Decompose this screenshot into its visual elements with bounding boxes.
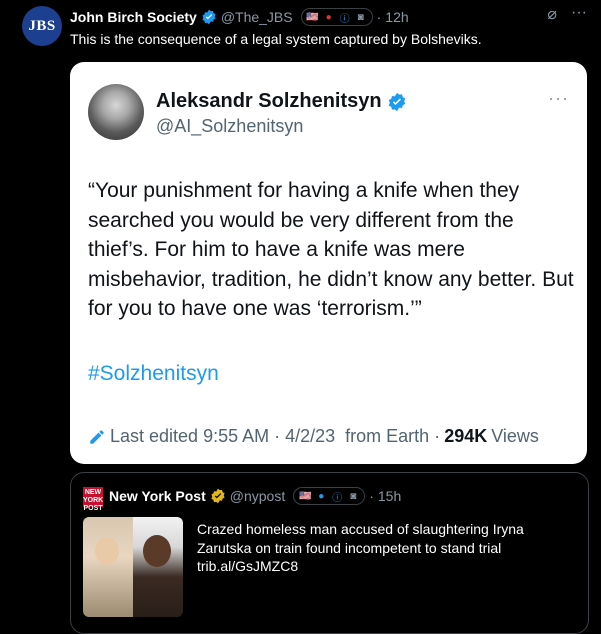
views-count: 294K xyxy=(444,426,488,446)
post-text: This is the consequence of a legal syste… xyxy=(70,31,482,47)
last-edited-text: Last edited 9:55 AM · 4/2/23 xyxy=(110,426,336,446)
quoted-body: Crazed homeless man accused of slaughter… xyxy=(197,521,524,556)
extension-badges: 🇺🇸 ● ⓘ ◙ xyxy=(300,8,373,26)
quote-text: “Your punishment for having a knife when… xyxy=(88,179,574,320)
apple-icon: ● xyxy=(325,11,332,23)
article-thumbnail[interactable] xyxy=(83,517,183,617)
quoted-link[interactable]: trib.al/GsJMZC8 xyxy=(197,558,298,574)
hashtag: #Solzhenitsyn xyxy=(88,362,219,385)
verified-badge-icon xyxy=(202,9,216,25)
globe-icon: ● xyxy=(318,490,325,502)
author-name[interactable]: John Birch Society xyxy=(70,9,197,25)
quoted-time[interactable]: 15h xyxy=(378,488,401,504)
quoted-text: Crazed homeless man accused of slaughter… xyxy=(197,520,577,576)
quoted-header: New York Post @nypost 🇺🇸 ● ⓘ ◙ · 15h xyxy=(109,487,401,505)
post-tools: ⌀ ··· xyxy=(547,4,587,24)
more-options-icon[interactable]: ··· xyxy=(571,4,587,24)
quoted-author-handle[interactable]: @nypost xyxy=(230,488,285,504)
camera-icon[interactable]: ◙ xyxy=(354,11,368,23)
views-label: Views xyxy=(491,426,539,446)
separator-dot: · xyxy=(376,9,382,25)
embedded-tweet-image[interactable]: Aleksandr Solzhenitsyn @AI_Solzhenitsyn … xyxy=(70,62,587,464)
edit-metadata: Last edited 9:55 AM · 4/2/23 from Earth … xyxy=(88,426,539,447)
source-text: from Earth · xyxy=(345,426,441,446)
quoted-tweet[interactable]: NEW YORK POST New York Post @nypost 🇺🇸 ●… xyxy=(70,472,589,634)
author-handle[interactable]: @The_JBS xyxy=(221,9,293,25)
thumbnail-right-photo xyxy=(133,517,183,617)
verified-badge-icon xyxy=(388,92,405,111)
edit-pencil-icon xyxy=(90,429,104,444)
thumbnail-face-right xyxy=(143,535,171,567)
info-icon[interactable]: ⓘ xyxy=(330,490,344,504)
embedded-author-name-text: Aleksandr Solzhenitsyn xyxy=(156,90,382,112)
more-options-icon: ··· xyxy=(548,88,569,108)
info-icon[interactable]: ⓘ xyxy=(338,11,352,25)
post-time[interactable]: 12h xyxy=(385,9,408,25)
thumbnail-left-photo xyxy=(83,517,133,617)
separator-dot: · xyxy=(369,488,374,504)
us-flag-icon: 🇺🇸 xyxy=(298,490,312,502)
gold-verified-badge-icon xyxy=(211,488,225,504)
thumbnail-face-left xyxy=(95,537,119,565)
nypost-avatar[interactable]: NEW YORK POST xyxy=(83,487,103,512)
camera-icon[interactable]: ◙ xyxy=(346,490,360,502)
extension-badges: 🇺🇸 ● ⓘ ◙ xyxy=(293,487,366,505)
post-header: John Birch Society @The_JBS 🇺🇸 ● ⓘ ◙ · 1… xyxy=(70,8,409,26)
embedded-author-handle: @AI_Solzhenitsyn xyxy=(156,116,304,136)
grok-icon[interactable]: ⌀ xyxy=(547,4,557,24)
quoted-author-name[interactable]: New York Post xyxy=(109,488,206,504)
embedded-author-name: Aleksandr Solzhenitsyn xyxy=(156,90,407,113)
solzhenitsyn-avatar xyxy=(88,84,144,140)
author-avatar[interactable]: JBS xyxy=(22,6,62,46)
us-flag-icon: 🇺🇸 xyxy=(306,11,319,23)
